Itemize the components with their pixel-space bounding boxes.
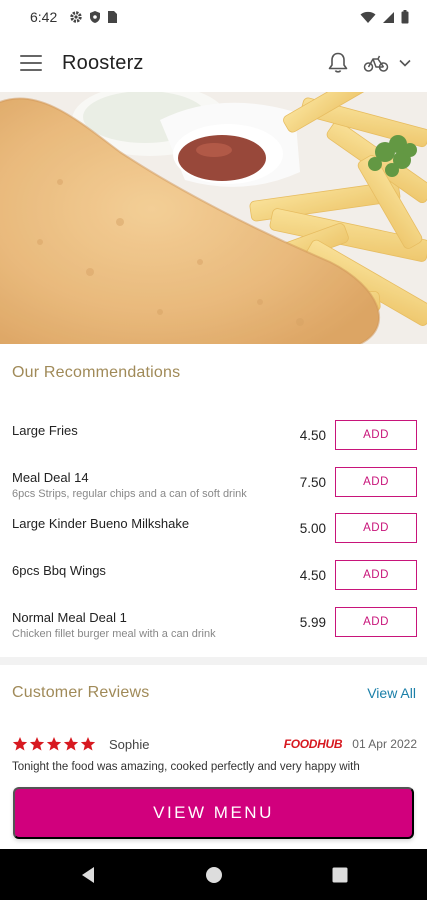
add-button[interactable]: ADD [335,607,417,637]
item-price: 5.00 [299,521,326,536]
star-icon [29,737,45,751]
item-price: 5.99 [299,615,326,630]
add-button[interactable]: ADD [335,420,417,450]
view-menu-button[interactable]: VIEW MENU [13,787,414,839]
review-header: Sophie FOODHUB 01 Apr 2022 [12,734,417,754]
status-bar: 6:42 [0,0,427,34]
item-name: 6pcs Bbq Wings [12,563,106,578]
reviewer-name: Sophie [109,736,150,752]
recommendations-heading: Our Recommendations [12,364,181,381]
shield-icon [90,11,101,23]
add-button[interactable]: ADD [335,467,417,497]
item-name: Large Fries [12,423,78,438]
bike-delivery-icon [363,55,389,72]
item-description: Chicken fillet burger meal with a can dr… [12,628,216,640]
home-button[interactable] [199,860,229,890]
sim-card-icon [108,11,118,23]
list-item: Normal Meal Deal 1 Chicken fillet burger… [0,607,427,656]
list-item: Large Kinder Bueno Milkshake 5.00 ADD [0,513,427,562]
star-icon [80,737,96,751]
recents-square-icon [332,867,347,882]
status-time: 6:42 [30,9,58,25]
add-button[interactable]: ADD [335,513,417,543]
app-actions [327,51,411,75]
page-title: Roosterz [62,51,144,74]
signal-icon [383,11,394,23]
list-item: 6pcs Bbq Wings 4.50 ADD [0,560,427,609]
menu-icon[interactable] [20,55,42,71]
back-triangle-icon [81,866,94,883]
star-rating [12,736,96,752]
system-nav-bar [0,849,427,900]
status-system-icons [360,10,409,24]
star-icon [12,737,28,751]
add-button[interactable]: ADD [335,560,417,590]
section-divider [0,657,427,665]
settings-icon [70,11,82,23]
fish-and-chips-illustration [0,92,427,344]
item-description: 6pcs Strips, regular chips and a can of … [12,488,247,500]
item-price: 4.50 [299,568,326,583]
home-circle-icon [205,866,222,883]
back-button[interactable] [73,860,103,890]
foodhub-logo: FOODHUB [283,737,343,751]
view-all-link[interactable]: View All [367,685,416,701]
star-icon [63,737,79,751]
item-name: Large Kinder Bueno Milkshake [12,516,190,531]
reviews-heading: Customer Reviews [12,684,150,701]
list-item: Meal Deal 14 6pcs Strips, regular chips … [0,467,427,516]
bell-icon[interactable] [327,51,349,75]
status-notification-icons [69,10,118,24]
review-text: Tonight the food was amazing, cooked per… [12,761,360,773]
recents-button[interactable] [325,860,355,890]
item-name: Meal Deal 14 [12,470,89,485]
star-icon [46,737,62,751]
app-bar: Roosterz [0,34,427,92]
battery-icon [401,10,409,24]
item-price: 7.50 [299,475,326,490]
chevron-down-icon [399,59,411,67]
delivery-mode-selector[interactable] [363,53,411,73]
item-price: 4.50 [299,428,326,443]
hero-image [0,92,427,344]
item-name: Normal Meal Deal 1 [12,610,127,625]
list-item: Large Fries 4.50 ADD [0,420,427,469]
wifi-icon [360,11,376,23]
review-date: 01 Apr 2022 [352,737,417,751]
